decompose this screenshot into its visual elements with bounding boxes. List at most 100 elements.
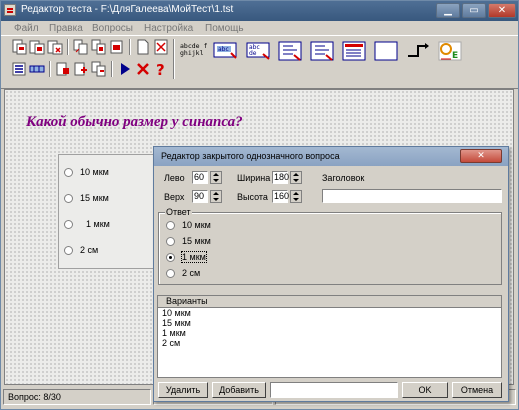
menu-bar: Файл Правка Вопросы Настройка Помощь [1, 21, 518, 35]
header-label: Заголовок [322, 173, 365, 183]
ok-button[interactable]: OK [402, 382, 448, 398]
header-input[interactable] [322, 189, 502, 203]
top-label: Верх [164, 192, 185, 202]
left-spinner[interactable] [210, 171, 222, 184]
cancel-button[interactable]: Отмена [452, 382, 502, 398]
dialog-option-label: 10 мкм [182, 220, 211, 230]
dialog-close-button[interactable]: ✕ [460, 149, 502, 163]
menu-file[interactable]: Файл [14, 23, 39, 34]
picture-button-icon[interactable]: abcde [246, 41, 272, 61]
maximize-button[interactable]: ▭ [462, 3, 486, 18]
menu-edit[interactable]: Правка [49, 23, 83, 34]
width-spinner[interactable] [290, 171, 302, 184]
save-as-icon[interactable] [47, 39, 63, 55]
text-label-sample: abcde fghijkl [180, 42, 208, 57]
top-spinner[interactable] [210, 190, 222, 203]
page-add-icon[interactable] [73, 61, 89, 77]
frame-icon[interactable] [374, 41, 400, 61]
question-editor-dialog: Редактор закрытого однозначного вопроса … [153, 146, 509, 402]
left-field[interactable]: 60 [192, 171, 208, 184]
variants-header: Варианты [158, 296, 501, 308]
toolbar-separator [111, 61, 113, 77]
run-icon[interactable] [117, 61, 133, 77]
toolbar-separator [173, 39, 175, 79]
new-variant-input[interactable] [270, 382, 398, 398]
answer-group: Ответ 10 мкм 15 мкм 1 мкм 2 см [158, 207, 502, 285]
clear-icon[interactable] [153, 39, 169, 55]
close-icon: ✕ [497, 5, 507, 16]
status-question-counter: Вопрос: 8/30 [3, 389, 151, 405]
minimize-icon: ▁ [444, 5, 452, 16]
variants-editor[interactable]: Варианты 10 мкм 15 мкм 1 мкм 2 см [157, 295, 502, 378]
height-spinner[interactable] [290, 190, 302, 203]
dialog-title: Редактор закрытого однозначного вопроса [161, 151, 340, 161]
answer-label: 1 мкм [86, 219, 110, 229]
delete-button[interactable]: Удалить [158, 382, 208, 398]
close-icon: ✕ [477, 151, 485, 161]
svg-text:?: ? [156, 61, 165, 77]
app-icon [4, 4, 16, 16]
oe-icon[interactable]: E [438, 41, 464, 61]
list-icon[interactable] [11, 61, 27, 77]
svg-text:abc: abc [218, 46, 229, 53]
add-button[interactable]: Добавить [212, 382, 266, 398]
answer-label: 2 см [80, 245, 99, 255]
variants-label: Варианты [166, 296, 208, 306]
svg-text:E: E [452, 51, 458, 61]
question-text[interactable]: Какой обычно размер у синапса? [26, 114, 243, 131]
new-page-icon[interactable] [135, 39, 151, 55]
svg-text:de: de [249, 50, 257, 57]
height-field[interactable]: 160 [272, 190, 289, 203]
toolbar: abcde fghijkl abc abc de E ? [1, 35, 518, 89]
top-field[interactable]: 90 [192, 190, 208, 203]
menu-settings[interactable]: Настройка [144, 23, 193, 34]
page-copy-icon[interactable] [91, 61, 107, 77]
table-icon[interactable] [29, 61, 45, 77]
window-title: Редактор теста - F:\ДляГалеева\МойТест\1… [21, 4, 234, 15]
open-icon[interactable] [11, 39, 27, 55]
dialog-title-bar[interactable]: Редактор закрытого однозначного вопроса … [154, 147, 508, 166]
copy-icon[interactable] [73, 39, 89, 55]
width-label: Ширина [237, 173, 271, 183]
text-label-icon[interactable]: abcde fghijkl [180, 43, 210, 63]
radio-icon[interactable] [166, 269, 175, 278]
save-icon[interactable] [29, 39, 45, 55]
radio-icon[interactable] [166, 221, 175, 230]
dialog-option-label: 15 мкм [182, 236, 211, 246]
variant-line: 10 мкм [162, 308, 191, 318]
radio-icon[interactable] [64, 194, 73, 203]
toolbar-separator [67, 39, 69, 55]
radio-icon[interactable] [64, 220, 73, 229]
radio-selected-icon[interactable] [166, 253, 175, 262]
answer-label: 15 мкм [80, 193, 109, 203]
maximize-icon: ▭ [469, 5, 479, 16]
cut-icon[interactable] [91, 39, 107, 55]
stop-icon[interactable] [135, 61, 151, 77]
height-label: Высота [237, 192, 268, 202]
variant-line: 2 см [162, 338, 181, 348]
checkbox-list-icon[interactable] [310, 41, 336, 61]
toolbar-separator [49, 61, 51, 77]
radio-icon[interactable] [64, 168, 73, 177]
left-label: Лево [164, 173, 185, 183]
radio-icon[interactable] [166, 237, 175, 246]
help-icon[interactable]: ? [153, 61, 169, 77]
width-field[interactable]: 180 [272, 171, 289, 184]
title-bar[interactable]: Редактор теста - F:\ДляГалеева\МойТест\1… [1, 1, 518, 21]
radio-list-icon[interactable] [278, 41, 304, 61]
dialog-option-label: 2 см [182, 268, 201, 278]
page-icon[interactable] [55, 61, 71, 77]
radio-icon[interactable] [64, 246, 73, 255]
text-button-icon[interactable]: abc [213, 41, 239, 61]
step-icon[interactable] [406, 41, 432, 61]
close-button[interactable]: ✕ [488, 3, 516, 18]
menu-questions[interactable]: Вопросы [92, 23, 133, 34]
menu-help[interactable]: Помощь [205, 23, 244, 34]
variant-line: 15 мкм [162, 318, 191, 328]
toolbar-separator [129, 39, 131, 55]
combo-list-icon[interactable] [342, 41, 368, 61]
answer-label: 10 мкм [80, 167, 109, 177]
delete-icon[interactable] [109, 39, 125, 55]
minimize-button[interactable]: ▁ [436, 3, 460, 18]
dialog-option-label: 1 мкм [181, 251, 207, 263]
